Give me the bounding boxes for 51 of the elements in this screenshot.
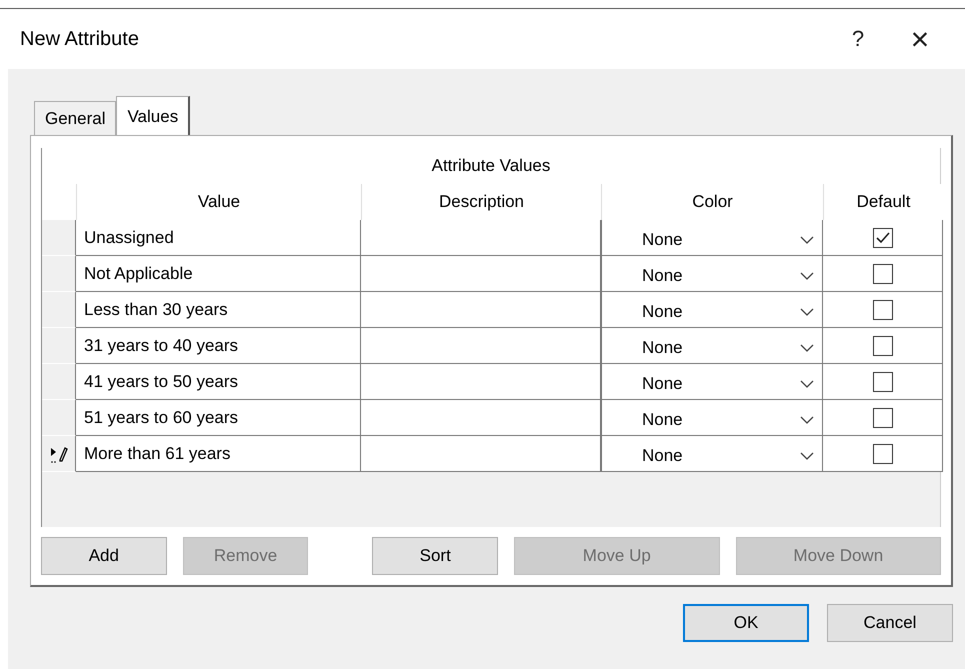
- table-cell[interactable]: Unassigned: [76, 220, 361, 256]
- chevron-down-icon: [800, 452, 814, 460]
- grid-button[interactable]: Add: [41, 537, 167, 575]
- chevron-down-icon: [800, 236, 814, 244]
- table-cell[interactable]: 41 years to 50 years: [76, 364, 361, 400]
- help-button[interactable]: ?: [833, 26, 883, 52]
- default-checkbox[interactable]: [872, 444, 892, 464]
- color-dropdown[interactable]: None: [601, 220, 823, 256]
- table-cell[interactable]: [361, 436, 601, 472]
- table-cell[interactable]: More than 61 years: [76, 436, 361, 472]
- check-icon: [874, 230, 890, 244]
- table-cell[interactable]: [361, 256, 601, 292]
- column-header: Color: [692, 192, 733, 212]
- table-cell[interactable]: [361, 292, 601, 328]
- dialog-button[interactable]: Cancel: [827, 604, 953, 642]
- default-checkbox[interactable]: [872, 372, 892, 392]
- chevron-down-icon: [800, 308, 814, 316]
- grid-button[interactable]: Sort: [372, 537, 498, 575]
- default-checkbox[interactable]: [872, 264, 892, 284]
- tab[interactable]: General: [34, 101, 116, 135]
- chevron-down-icon: [800, 416, 814, 424]
- color-dropdown[interactable]: None: [601, 400, 823, 436]
- table-cell[interactable]: [361, 328, 601, 364]
- table-cell[interactable]: Not Applicable: [76, 256, 361, 292]
- color-dropdown[interactable]: None: [601, 364, 823, 400]
- default-checkbox[interactable]: [872, 228, 892, 248]
- table-cell[interactable]: 31 years to 40 years: [76, 328, 361, 364]
- column-header: Value: [198, 192, 240, 212]
- color-dropdown[interactable]: None: [601, 256, 823, 292]
- color-dropdown[interactable]: None: [601, 436, 823, 472]
- table-cell[interactable]: Less than 30 years: [76, 292, 361, 328]
- window-title: New Attribute: [20, 28, 140, 50]
- default-checkbox[interactable]: [872, 300, 892, 320]
- grid-caption: Attribute Values: [432, 156, 550, 176]
- default-checkbox[interactable]: [872, 336, 892, 356]
- dialog-button[interactable]: OK: [683, 604, 809, 642]
- color-dropdown[interactable]: None: [601, 292, 823, 328]
- color-dropdown[interactable]: None: [601, 328, 823, 364]
- close-button[interactable]: ×: [895, 20, 945, 58]
- tab[interactable]: Values: [116, 96, 190, 136]
- row-header[interactable]: [42, 436, 76, 472]
- table-cell[interactable]: [361, 364, 601, 400]
- chevron-down-icon: [800, 272, 814, 280]
- chevron-down-icon: [800, 380, 814, 388]
- table-cell[interactable]: 51 years to 60 years: [76, 400, 361, 436]
- default-checkbox[interactable]: [872, 408, 892, 428]
- table-cell[interactable]: [361, 400, 601, 436]
- column-header: Description: [438, 192, 524, 212]
- column-header: Default: [856, 192, 910, 212]
- chevron-down-icon: [800, 344, 814, 352]
- table-cell[interactable]: [361, 220, 601, 256]
